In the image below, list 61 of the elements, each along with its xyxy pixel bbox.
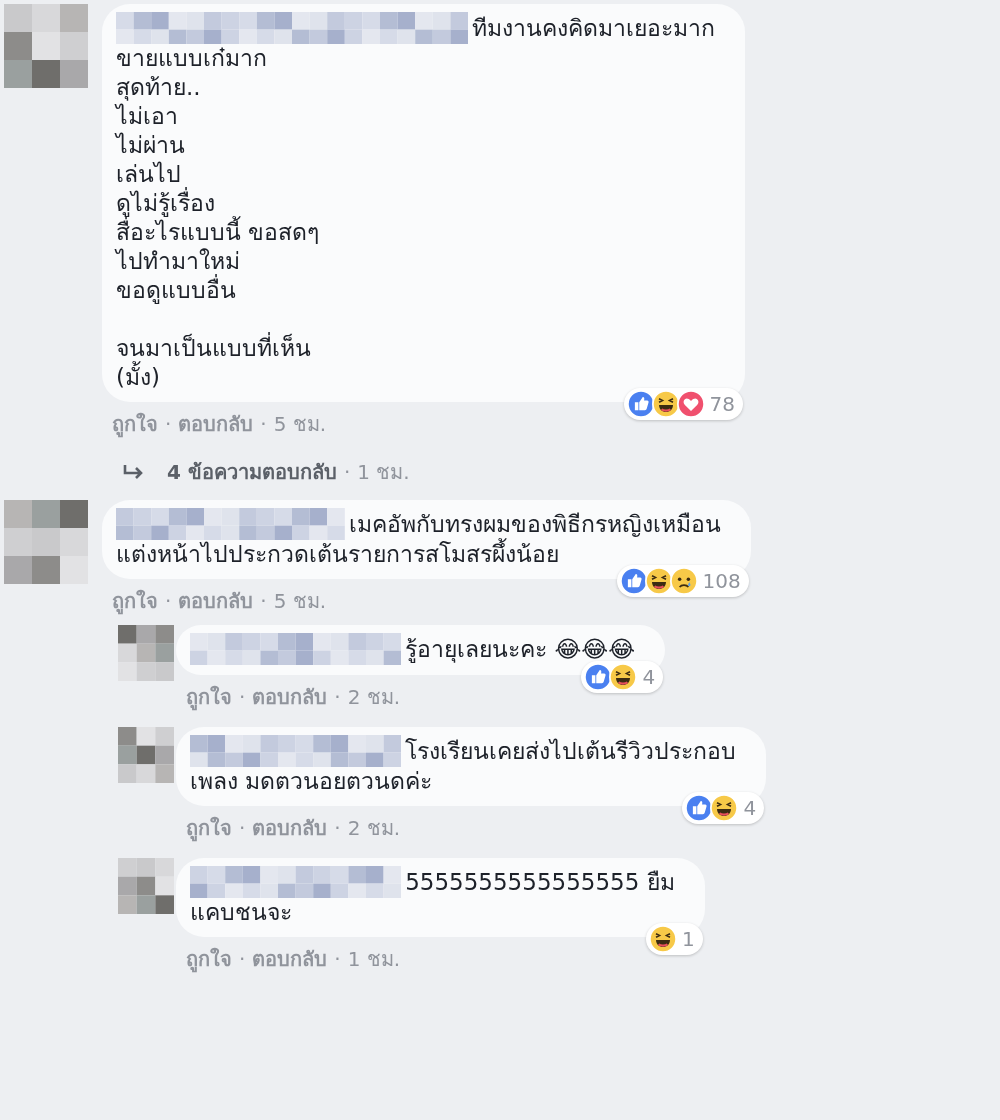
comment-time[interactable]: 5 ชม. bbox=[273, 585, 327, 617]
reaction-summary[interactable]: 4 bbox=[682, 792, 765, 824]
laughing-face-icon bbox=[710, 794, 739, 822]
sad-face-icon bbox=[669, 567, 698, 595]
laughing-face-icon bbox=[651, 390, 680, 418]
reaction-count: 78 bbox=[709, 392, 735, 416]
comment-text: โรงเรียนเคยส่งไปเต้นรีวิวประกอบ bbox=[405, 736, 737, 766]
reply-time: 1 ชม. bbox=[357, 459, 410, 486]
separator-dot: · bbox=[239, 685, 246, 709]
comment-text: ทีมงานคงคิดมาเยอะมาก bbox=[472, 13, 715, 43]
separator-dot: · bbox=[165, 412, 172, 436]
separator-dot: · bbox=[260, 589, 267, 613]
pixelated-avatar-drawing[interactable] bbox=[4, 500, 88, 584]
reaction-count: 4 bbox=[642, 665, 656, 689]
comment-text: แคบชนจะ bbox=[190, 898, 293, 927]
comment-text: 5555555555555555 ยืม bbox=[405, 867, 675, 897]
reaction-summary[interactable]: 1 bbox=[645, 923, 703, 955]
action-link[interactable]: ตอบกลับ bbox=[252, 681, 328, 713]
separator-dot: · bbox=[334, 816, 341, 840]
pixelated-avatar-drawing[interactable] bbox=[118, 727, 174, 783]
separator-dot: · bbox=[260, 412, 267, 436]
pixelated-avatar-drawing[interactable] bbox=[118, 858, 174, 914]
comment-text: ขายแบบเก๋มาก สุดท้าย.. ไม่เอา ไม่ผ่าน เล่นไป ดูไม่รู้เรื่อง สื่อะไรแบบนี้ ขอสดๆ ไปทำมาใหม่ ขอดูแบบอื่น จนมาเป็นแบบที่เห็น (มั้ง) bbox=[116, 44, 321, 392]
comment-time[interactable]: 1 ชม. bbox=[347, 943, 401, 975]
reaction-count: 4 bbox=[743, 796, 757, 820]
action-link[interactable]: ถูกใจ bbox=[112, 408, 158, 440]
reaction-summary[interactable]: 78 bbox=[623, 388, 743, 420]
laughing-face-icon bbox=[644, 567, 673, 595]
action-link[interactable]: ตอบกลับ bbox=[252, 812, 328, 844]
laughing-face-icon bbox=[648, 925, 677, 953]
pixelated-avatar-drawing[interactable] bbox=[4, 4, 88, 88]
like-icon bbox=[626, 390, 655, 418]
reaction-count: 108 bbox=[702, 569, 741, 593]
view-replies-link[interactable]: 4 ข้อความตอบกลับ bbox=[167, 456, 337, 488]
separator-dot: · bbox=[334, 947, 341, 971]
comment-text: เพลง มดตวนอยตวนดค่ะ bbox=[190, 767, 434, 796]
separator-dot: · bbox=[334, 685, 341, 709]
separator-dot: · bbox=[239, 816, 246, 840]
action-link[interactable]: ถูกใจ bbox=[186, 681, 232, 713]
action-link[interactable]: ถูกใจ bbox=[186, 943, 232, 975]
comment-time[interactable]: 2 ชม. bbox=[347, 812, 401, 844]
pixelated-avatar-drawing[interactable] bbox=[118, 625, 174, 681]
like-icon bbox=[584, 663, 613, 691]
comment-time[interactable]: 2 ชม. bbox=[347, 681, 401, 713]
separator-dot: · bbox=[239, 947, 246, 971]
comment-text: รู้อายุเลยนะคะ 😂😂😂 bbox=[405, 634, 636, 664]
separator-dot: · bbox=[343, 460, 351, 484]
action-link[interactable]: ตอบกลับ bbox=[252, 943, 328, 975]
action-link[interactable]: ตอบกลับ bbox=[178, 585, 254, 617]
laughing-face-icon bbox=[609, 663, 638, 691]
action-link[interactable]: ถูกใจ bbox=[112, 585, 158, 617]
like-icon bbox=[619, 567, 648, 595]
action-link[interactable]: ถูกใจ bbox=[186, 812, 232, 844]
action-link[interactable]: ตอบกลับ bbox=[178, 408, 254, 440]
comment-text: เมคอัพกับทรงผมของพิธีกรหญิงเหมือน bbox=[348, 509, 721, 538]
comment-time[interactable]: 5 ชม. bbox=[273, 408, 327, 440]
reaction-summary[interactable]: 4 bbox=[581, 661, 664, 693]
reaction-summary[interactable]: 108 bbox=[616, 565, 749, 597]
like-icon bbox=[685, 794, 714, 822]
reaction-count: 1 bbox=[681, 927, 695, 951]
separator-dot: · bbox=[165, 589, 172, 613]
